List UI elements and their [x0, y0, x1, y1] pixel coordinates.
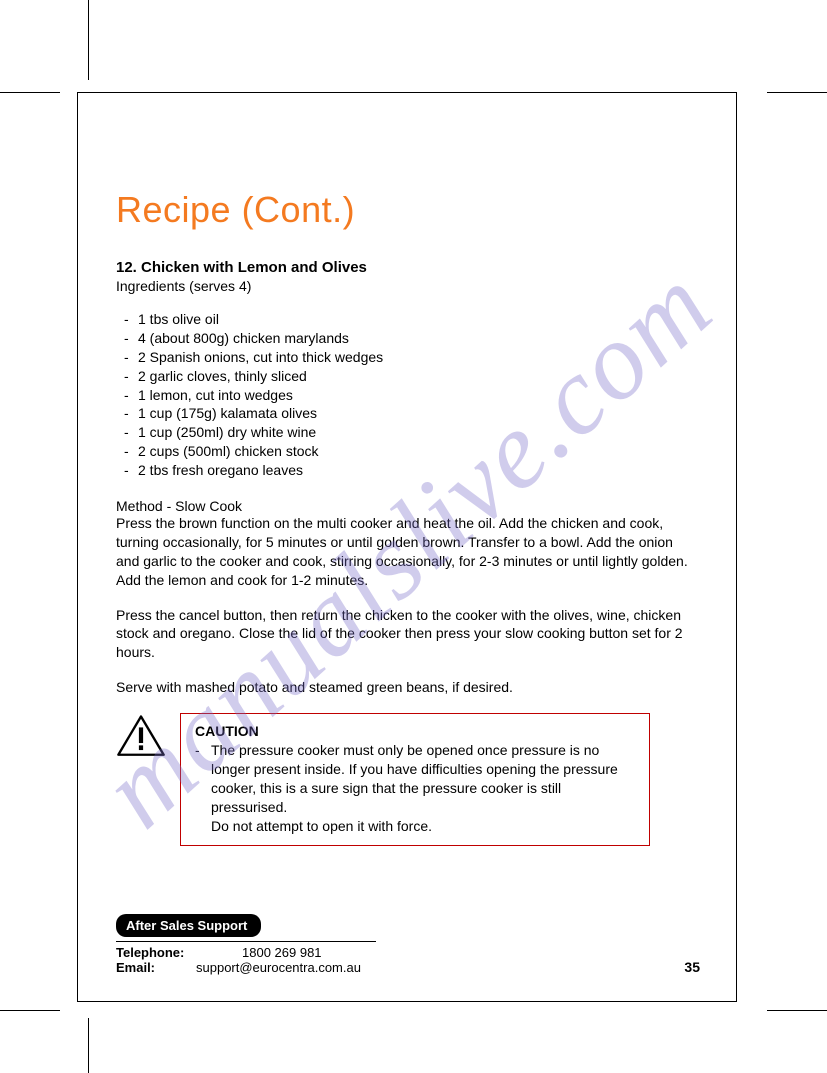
caution-text: The pressure cooker must only be opened …	[211, 741, 635, 835]
crop-mark	[88, 0, 89, 80]
method-heading: Method - Slow Cook	[116, 498, 700, 514]
caution-label: CAUTION	[195, 723, 259, 739]
serves-line: Ingredients (serves 4)	[116, 278, 700, 294]
page-title: Recipe (Cont.)	[116, 189, 700, 231]
contact-block: Telephone: 1800 269 981 Email: support@e…	[116, 941, 376, 975]
page-frame: manualslive.com Recipe (Cont.) 12. Chick…	[77, 92, 737, 1002]
list-item: 2 cups (500ml) chicken stock	[116, 442, 700, 461]
list-item: 2 garlic cloves, thinly sliced	[116, 367, 700, 386]
method-paragraph: Press the cancel button, then return the…	[116, 606, 700, 663]
list-item: 1 cup (250ml) dry white wine	[116, 423, 700, 442]
list-item: 1 cup (175g) kalamata olives	[116, 404, 700, 423]
list-item: 4 (about 800g) chicken marylands	[116, 329, 700, 348]
list-item: 1 tbs olive oil	[116, 310, 700, 329]
email-label: Email:	[116, 960, 196, 975]
crop-mark	[0, 1010, 60, 1011]
list-item: 2 tbs fresh oregano leaves	[116, 461, 700, 480]
crop-mark	[767, 1010, 827, 1011]
page-number: 35	[684, 959, 700, 975]
page-footer: After Sales Support Telephone: 1800 269 …	[116, 914, 700, 975]
caution-box: CAUTION - The pressure cooker must only …	[180, 713, 650, 846]
telephone-label: Telephone:	[116, 945, 196, 960]
method-paragraph: Serve with mashed potato and steamed gre…	[116, 678, 700, 697]
warning-triangle-icon	[116, 713, 166, 759]
email-value: support@eurocentra.com.au	[196, 960, 361, 975]
crop-mark	[767, 92, 827, 93]
method-paragraph: Press the brown function on the multi co…	[116, 514, 700, 590]
recipe-heading: 12. Chicken with Lemon and Olives	[116, 259, 700, 276]
list-item: 2 Spanish onions, cut into thick wedges	[116, 348, 700, 367]
crop-mark	[88, 1018, 89, 1073]
crop-mark	[0, 92, 60, 93]
ingredients-list: 1 tbs olive oil 4 (about 800g) chicken m…	[116, 310, 700, 480]
bullet-dash: -	[195, 741, 211, 835]
telephone-value: 1800 269 981	[242, 945, 322, 960]
list-item: 1 lemon, cut into wedges	[116, 386, 700, 405]
caution-block: CAUTION - The pressure cooker must only …	[116, 713, 700, 846]
support-pill: After Sales Support	[116, 914, 261, 937]
